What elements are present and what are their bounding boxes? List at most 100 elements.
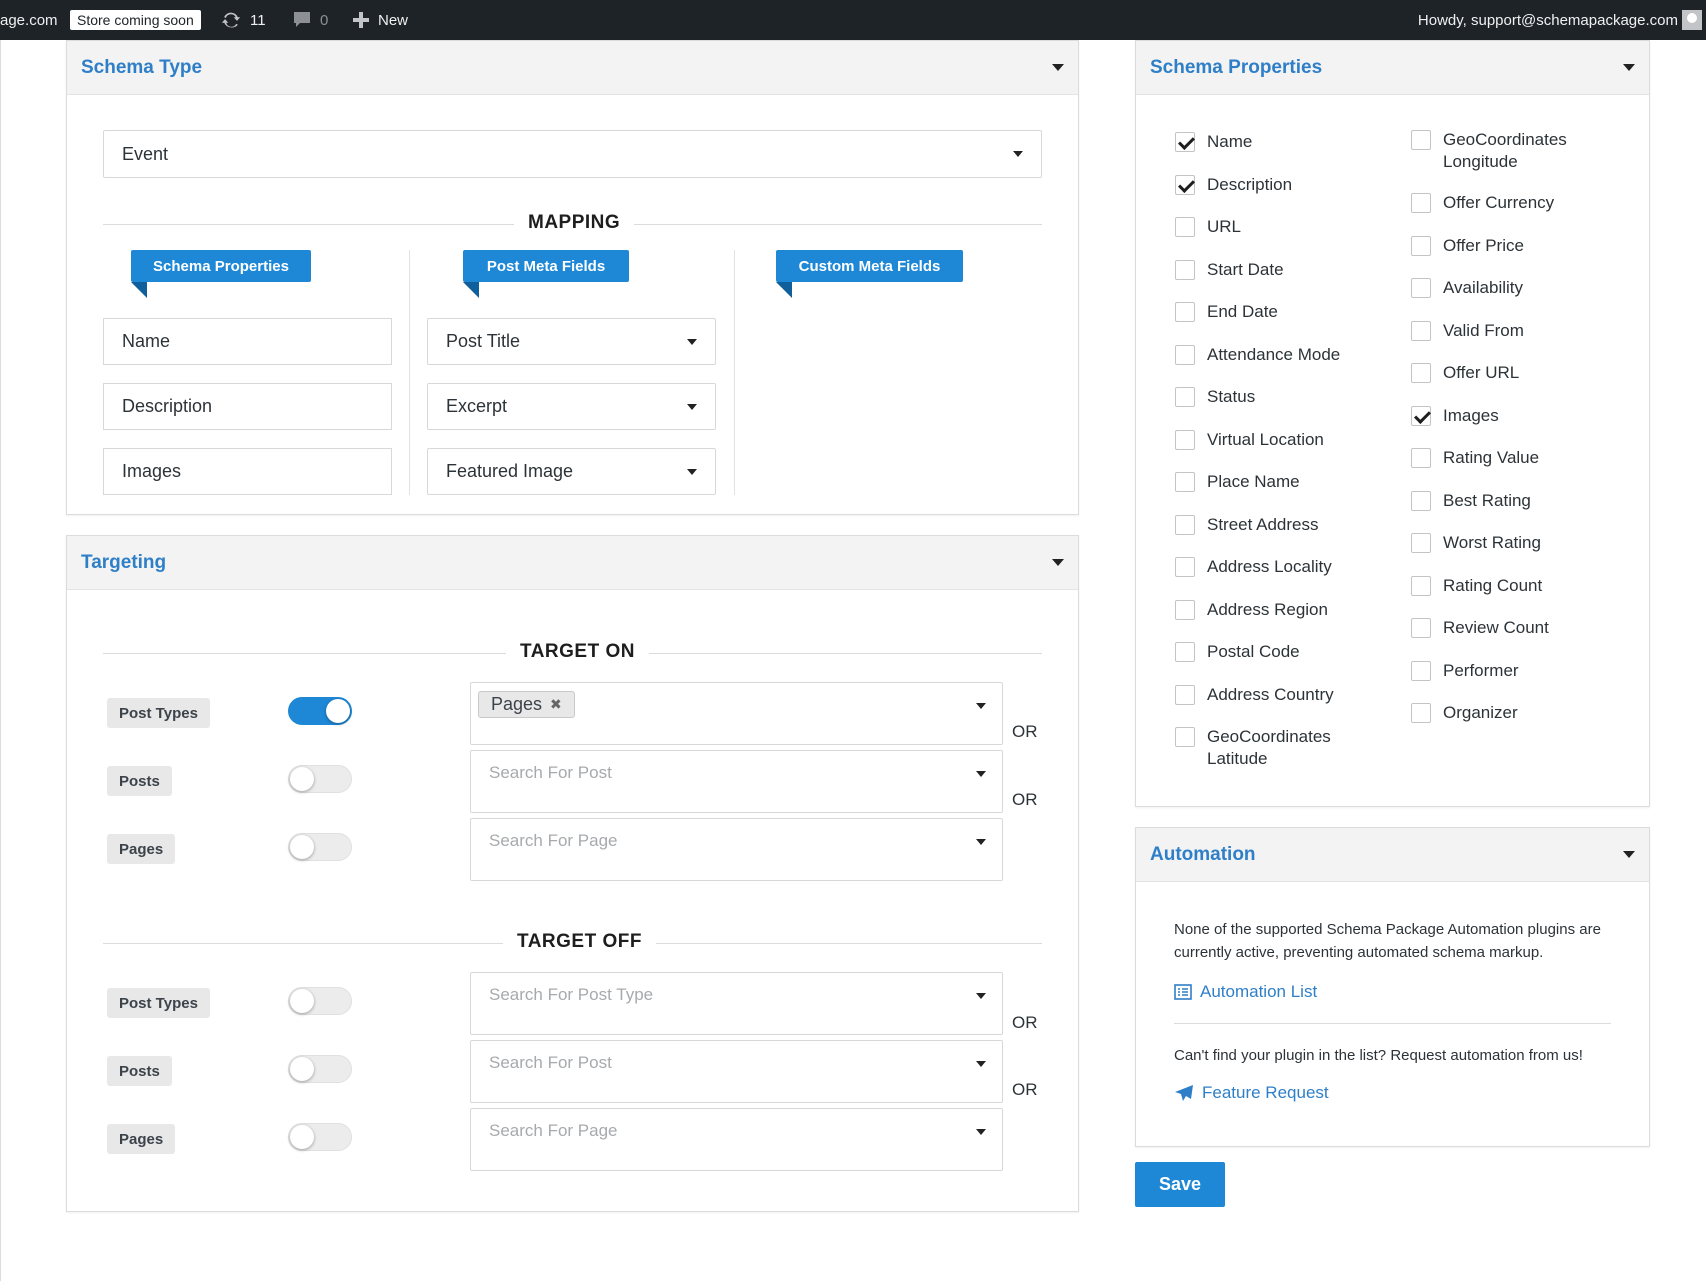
comments-link[interactable]: 0 — [292, 0, 328, 40]
new-content-link[interactable]: New — [352, 0, 408, 40]
checkbox[interactable] — [1175, 217, 1195, 237]
collapse-caret-icon[interactable] — [1623, 851, 1635, 858]
checkbox-checked[interactable] — [1411, 405, 1431, 426]
store-badge-text: Store coming soon — [70, 10, 201, 30]
checkbox[interactable] — [1411, 533, 1431, 553]
checkbox[interactable] — [1411, 193, 1431, 213]
property-checkbox-item[interactable]: Organizer — [1411, 702, 1518, 724]
checkbox[interactable] — [1175, 302, 1195, 322]
checkbox[interactable] — [1411, 235, 1431, 256]
checkbox[interactable] — [1411, 618, 1431, 638]
property-checkbox-item[interactable]: Review Count — [1411, 617, 1549, 639]
property-checkbox-item[interactable]: Address Locality — [1175, 556, 1332, 578]
target-off-post-types-toggle[interactable] — [288, 987, 352, 1015]
checkbox[interactable] — [1411, 278, 1431, 298]
property-checkbox-item[interactable]: Attendance Mode — [1175, 344, 1340, 366]
checkbox[interactable] — [1175, 684, 1195, 705]
targeting-header[interactable]: Targeting — [67, 536, 1078, 590]
search-placeholder: Search For Post Type — [489, 985, 654, 1004]
target-off-posts-toggle[interactable] — [288, 1055, 352, 1083]
mapping-property-field[interactable]: Name — [103, 318, 392, 365]
target-off-posts-search[interactable]: Search For Post — [470, 1040, 1003, 1103]
property-checkbox-item[interactable]: Postal Code — [1175, 641, 1300, 663]
property-checkbox-item[interactable]: Worst Rating — [1411, 532, 1541, 554]
property-checkbox-item[interactable]: Place Name — [1175, 471, 1300, 493]
checkbox-checked[interactable] — [1175, 174, 1195, 195]
property-checkbox-item[interactable]: Status — [1175, 386, 1255, 408]
target-on-post-types-toggle[interactable] — [288, 697, 352, 725]
collapse-caret-icon[interactable] — [1052, 559, 1064, 566]
target-off-post-types-search[interactable]: Search For Post Type — [470, 972, 1003, 1035]
property-checkbox-item[interactable]: URL — [1175, 216, 1241, 238]
meta-field-select[interactable]: Excerpt — [427, 383, 716, 430]
save-button[interactable]: Save — [1135, 1162, 1225, 1207]
property-checkbox-item[interactable]: Offer Price — [1411, 235, 1524, 257]
site-name-link[interactable]: age.com — [0, 0, 58, 40]
target-on-pages-search[interactable]: Search For Page — [470, 818, 1003, 881]
checkbox[interactable] — [1175, 472, 1195, 492]
target-on-post-types-select[interactable]: Pages ✖ — [470, 682, 1003, 745]
store-coming-soon-badge[interactable]: Store coming soon — [70, 0, 201, 40]
property-checkbox-item[interactable]: Start Date — [1175, 259, 1284, 281]
feature-request-label: Feature Request — [1202, 1083, 1329, 1102]
property-checkbox-item[interactable]: Best Rating — [1411, 490, 1531, 512]
checkbox[interactable] — [1411, 320, 1431, 341]
checkbox[interactable] — [1175, 514, 1195, 535]
remove-chip-icon[interactable]: ✖ — [550, 696, 562, 713]
checkbox[interactable] — [1411, 575, 1431, 596]
checkbox[interactable] — [1175, 599, 1195, 620]
avatar[interactable] — [1682, 10, 1702, 30]
automation-header[interactable]: Automation — [1136, 828, 1649, 882]
checkbox[interactable] — [1411, 130, 1431, 150]
automation-list-link[interactable]: Automation List — [1174, 982, 1317, 1002]
property-checkbox-item[interactable]: Images — [1411, 405, 1499, 427]
schema-type-header[interactable]: Schema Type — [67, 41, 1078, 95]
checkbox[interactable] — [1411, 363, 1431, 383]
target-off-pages-toggle[interactable] — [288, 1123, 352, 1151]
target-off-pages-search[interactable]: Search For Page — [470, 1108, 1003, 1171]
property-checkbox-item[interactable]: Street Address — [1175, 514, 1319, 536]
target-on-posts-search[interactable]: Search For Post — [470, 750, 1003, 813]
property-checkbox-item[interactable]: Address Region — [1175, 599, 1328, 621]
checkbox[interactable] — [1175, 642, 1195, 662]
collapse-caret-icon[interactable] — [1623, 64, 1635, 71]
meta-field-select[interactable]: Post Title — [427, 318, 716, 365]
collapse-caret-icon[interactable] — [1052, 64, 1064, 71]
checkbox[interactable] — [1411, 660, 1431, 681]
property-checkbox-item[interactable]: Address Country — [1175, 684, 1334, 706]
target-on-pages-toggle[interactable] — [288, 833, 352, 861]
checkbox[interactable] — [1175, 259, 1195, 280]
schema-type-select[interactable]: Event — [103, 130, 1042, 178]
checkbox[interactable] — [1411, 490, 1431, 511]
checkbox[interactable] — [1175, 429, 1195, 450]
checkbox[interactable] — [1175, 727, 1195, 747]
schema-properties-header[interactable]: Schema Properties — [1136, 41, 1649, 95]
property-checkbox-item[interactable]: Offer URL — [1411, 362, 1519, 384]
target-on-posts-toggle[interactable] — [288, 765, 352, 793]
target-off-post-types-label: Post Types — [107, 988, 210, 1018]
checkbox-checked[interactable] — [1175, 132, 1195, 152]
checkbox[interactable] — [1411, 703, 1431, 723]
property-checkbox-item[interactable]: Valid From — [1411, 320, 1524, 342]
account-menu[interactable]: Howdy, support@schemapackage.com — [1418, 0, 1678, 40]
property-checkbox-item[interactable]: Rating Value — [1411, 447, 1539, 469]
property-checkbox-item[interactable]: GeoCoordinates Longitude — [1411, 129, 1593, 173]
property-checkbox-item[interactable]: Rating Count — [1411, 575, 1542, 597]
property-checkbox-item[interactable]: Description — [1175, 174, 1292, 196]
meta-field-select[interactable]: Featured Image — [427, 448, 716, 495]
mapping-property-field[interactable]: Description — [103, 383, 392, 430]
property-checkbox-item[interactable]: GeoCoordinates Latitude — [1175, 726, 1357, 770]
checkbox[interactable] — [1411, 448, 1431, 468]
mapping-property-field[interactable]: Images — [103, 448, 392, 495]
feature-request-link[interactable]: Feature Request — [1174, 1083, 1329, 1103]
updates-link[interactable]: 11 — [220, 0, 266, 40]
property-checkbox-item[interactable]: Virtual Location — [1175, 429, 1324, 451]
property-checkbox-item[interactable]: Availability — [1411, 277, 1523, 299]
checkbox[interactable] — [1175, 387, 1195, 407]
checkbox[interactable] — [1175, 557, 1195, 577]
property-checkbox-item[interactable]: Offer Currency — [1411, 192, 1554, 214]
property-checkbox-item[interactable]: Name — [1175, 131, 1252, 153]
checkbox[interactable] — [1175, 344, 1195, 365]
property-checkbox-item[interactable]: End Date — [1175, 301, 1278, 323]
property-checkbox-item[interactable]: Performer — [1411, 660, 1519, 682]
